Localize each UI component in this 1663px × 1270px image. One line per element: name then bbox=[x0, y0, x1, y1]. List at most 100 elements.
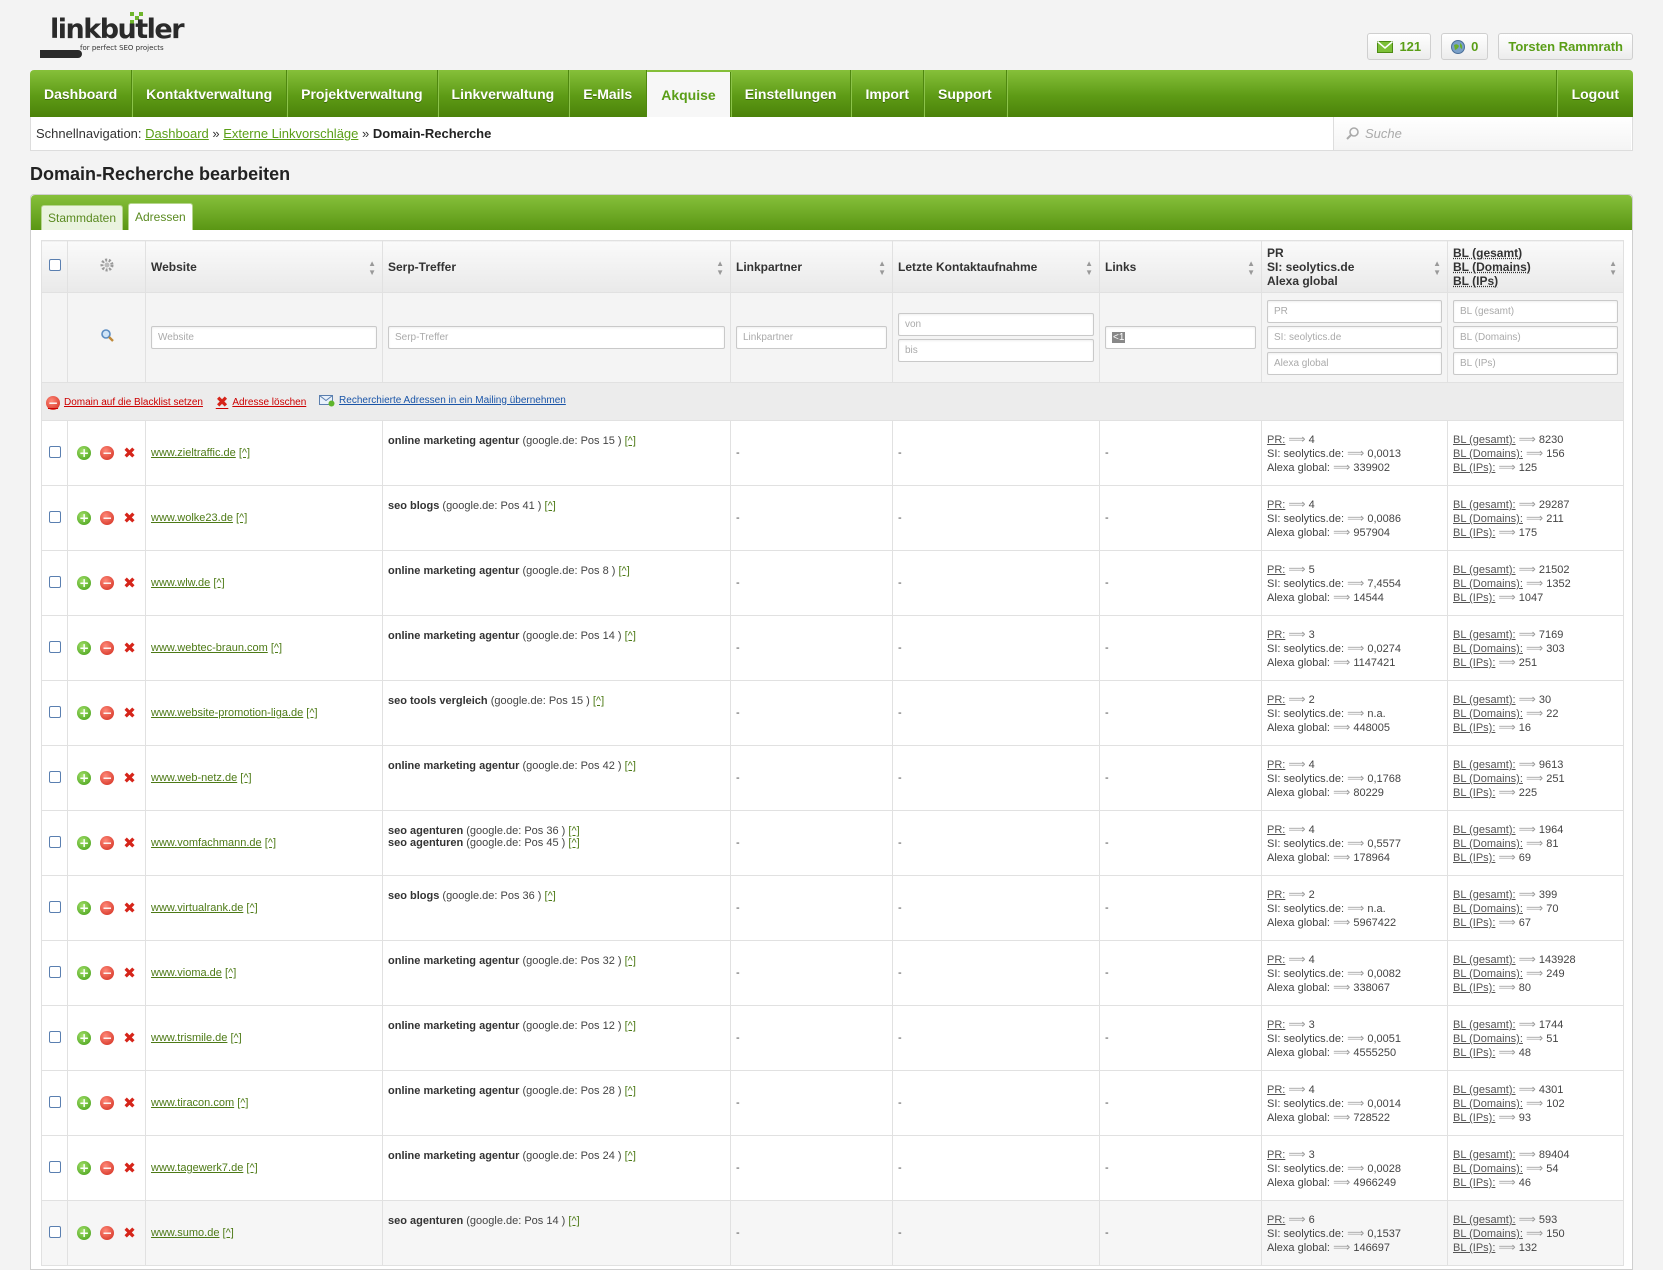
serp-link[interactable]: [^] bbox=[619, 565, 630, 577]
row-checkbox[interactable] bbox=[48, 510, 61, 523]
bl1-label[interactable]: BL (gesamt): bbox=[1453, 954, 1516, 966]
row-checkbox[interactable] bbox=[48, 1225, 61, 1238]
delete-icon[interactable]: ✖ bbox=[123, 445, 136, 461]
row-checkbox[interactable] bbox=[48, 705, 61, 718]
serp-link[interactable]: [^] bbox=[545, 890, 556, 902]
row-checkbox[interactable] bbox=[48, 640, 61, 653]
gear-icon[interactable] bbox=[99, 257, 115, 273]
bl1-label[interactable]: BL (gesamt): bbox=[1453, 499, 1516, 511]
col-serp[interactable]: Serp-Treffer ▲ ▼ bbox=[382, 240, 731, 293]
bl3-label[interactable]: BL (IPs): bbox=[1453, 657, 1495, 669]
minus-icon[interactable]: − bbox=[100, 511, 115, 525]
logo[interactable]: linkbutler for perfect SEO projects bbox=[38, 10, 185, 58]
website-hat-link[interactable]: [^] bbox=[230, 1032, 241, 1044]
row-checkbox[interactable] bbox=[48, 900, 61, 913]
bl1-label[interactable]: BL (gesamt): bbox=[1453, 1084, 1516, 1096]
mail-button[interactable]: 121 bbox=[1367, 33, 1432, 60]
row-checkbox[interactable] bbox=[48, 1030, 61, 1043]
serp-link[interactable]: [^] bbox=[625, 955, 636, 967]
mailing-action[interactable]: Recherchierte Adressen in ein Mailing üb… bbox=[319, 394, 566, 407]
bl3-label[interactable]: BL (IPs): bbox=[1453, 982, 1495, 994]
delete-icon[interactable]: ✖ bbox=[123, 1160, 136, 1176]
bl3-label[interactable]: BL (IPs): bbox=[1453, 1047, 1495, 1059]
filter-links[interactable]: <1 bbox=[1105, 326, 1256, 349]
website-link[interactable]: www.sumo.de bbox=[151, 1227, 219, 1239]
select-all-checkbox[interactable] bbox=[48, 259, 61, 271]
bl3-label[interactable]: BL (IPs): bbox=[1453, 462, 1495, 474]
bl2-label[interactable]: BL (Domains): bbox=[1453, 903, 1523, 915]
serp-link[interactable]: [^] bbox=[625, 1150, 636, 1162]
nav-support[interactable]: Support bbox=[924, 70, 1007, 117]
row-checkbox[interactable] bbox=[48, 575, 61, 588]
filter-bl2[interactable]: BL (Domains) bbox=[1453, 326, 1618, 349]
pr-label[interactable]: PR: bbox=[1267, 824, 1285, 836]
delete-icon[interactable]: ✖ bbox=[123, 705, 136, 721]
bl3-label[interactable]: BL (IPs): bbox=[1453, 722, 1495, 734]
nav-kontaktverwaltung[interactable]: Kontaktverwaltung bbox=[132, 70, 288, 117]
nav-import[interactable]: Import bbox=[851, 70, 925, 117]
col-kontakt[interactable]: Letzte Kontaktaufnahme ▲ ▼ bbox=[892, 240, 1100, 293]
logout-button[interactable]: Logout bbox=[1556, 70, 1633, 117]
minus-icon[interactable]: − bbox=[100, 641, 115, 655]
delete-icon[interactable]: ✖ bbox=[123, 1095, 136, 1111]
minus-icon[interactable]: − bbox=[100, 966, 115, 980]
website-link[interactable]: www.web-netz.de bbox=[151, 772, 237, 784]
minus-icon[interactable]: − bbox=[100, 446, 115, 460]
website-link[interactable]: www.wolke23.de bbox=[151, 512, 233, 524]
blacklist-action[interactable]: − Domain auf die Blacklist setzen bbox=[46, 395, 203, 410]
bl1-label[interactable]: BL (gesamt): bbox=[1453, 629, 1516, 641]
bl2-label[interactable]: BL (Domains): bbox=[1453, 1098, 1523, 1110]
website-hat-link[interactable]: [^] bbox=[271, 642, 282, 654]
website-link[interactable]: www.tagewerk7.de bbox=[151, 1162, 243, 1174]
tab-adressen[interactable]: Adressen bbox=[128, 203, 193, 230]
serp-link[interactable]: [^] bbox=[625, 1085, 636, 1097]
pr-label[interactable]: PR: bbox=[1267, 1019, 1285, 1031]
website-link[interactable]: www.vomfachmann.de bbox=[151, 837, 262, 849]
filter-si[interactable]: SI: seolytics.de bbox=[1267, 326, 1442, 349]
add-icon[interactable]: + bbox=[77, 641, 92, 655]
website-hat-link[interactable]: [^] bbox=[239, 447, 250, 459]
bl3-label[interactable]: BL (IPs): bbox=[1453, 1112, 1495, 1124]
pr-label[interactable]: PR: bbox=[1267, 1149, 1285, 1161]
filter-pr[interactable]: PR bbox=[1267, 300, 1442, 323]
add-icon[interactable]: + bbox=[77, 576, 92, 590]
bl2-label[interactable]: BL (Domains): bbox=[1453, 578, 1523, 590]
bl2-label[interactable]: BL (Domains): bbox=[1453, 838, 1523, 850]
website-link[interactable]: www.vioma.de bbox=[151, 967, 222, 979]
bl2-label[interactable]: BL (Domains): bbox=[1453, 643, 1523, 655]
bl3-label[interactable]: BL (IPs): bbox=[1453, 592, 1495, 604]
delete-icon[interactable]: ✖ bbox=[123, 835, 136, 851]
minus-icon[interactable]: − bbox=[100, 901, 115, 915]
filter-bl3[interactable]: BL (IPs) bbox=[1453, 352, 1618, 375]
add-icon[interactable]: + bbox=[77, 1161, 92, 1175]
website-hat-link[interactable]: [^] bbox=[306, 707, 317, 719]
website-hat-link[interactable]: [^] bbox=[237, 1097, 248, 1109]
row-checkbox[interactable] bbox=[48, 835, 61, 848]
add-icon[interactable]: + bbox=[77, 1031, 92, 1045]
minus-icon[interactable]: − bbox=[100, 1226, 115, 1240]
bl1-label[interactable]: BL (gesamt): bbox=[1453, 1214, 1516, 1226]
website-hat-link[interactable]: [^] bbox=[236, 512, 247, 524]
pr-label[interactable]: PR: bbox=[1267, 694, 1285, 706]
add-icon[interactable]: + bbox=[77, 901, 92, 915]
bl2-label[interactable]: BL (Domains): bbox=[1453, 968, 1523, 980]
serp-link[interactable]: [^] bbox=[593, 695, 604, 707]
delete-icon[interactable]: ✖ bbox=[123, 900, 136, 916]
bl3-label[interactable]: BL (IPs): bbox=[1453, 917, 1495, 929]
delete-icon[interactable]: ✖ bbox=[123, 770, 136, 786]
serp-link[interactable]: [^] bbox=[568, 825, 579, 837]
website-link[interactable]: www.tiracon.com bbox=[151, 1097, 234, 1109]
filter-serp[interactable]: Serp-Treffer bbox=[388, 326, 725, 349]
minus-icon[interactable]: − bbox=[100, 1031, 115, 1045]
website-hat-link[interactable]: [^] bbox=[246, 1162, 257, 1174]
add-icon[interactable]: + bbox=[77, 771, 92, 785]
nav-linkverwaltung[interactable]: Linkverwaltung bbox=[438, 70, 570, 117]
website-link[interactable]: www.virtualrank.de bbox=[151, 902, 243, 914]
website-hat-link[interactable]: [^] bbox=[213, 577, 224, 589]
serp-link[interactable]: [^] bbox=[568, 1215, 579, 1227]
user-button[interactable]: Torsten Rammrath bbox=[1498, 33, 1633, 60]
nav-einstellungen[interactable]: Einstellungen bbox=[731, 70, 852, 117]
row-checkbox[interactable] bbox=[48, 965, 61, 978]
row-checkbox[interactable] bbox=[48, 1095, 61, 1108]
website-link[interactable]: www.wlw.de bbox=[151, 577, 210, 589]
